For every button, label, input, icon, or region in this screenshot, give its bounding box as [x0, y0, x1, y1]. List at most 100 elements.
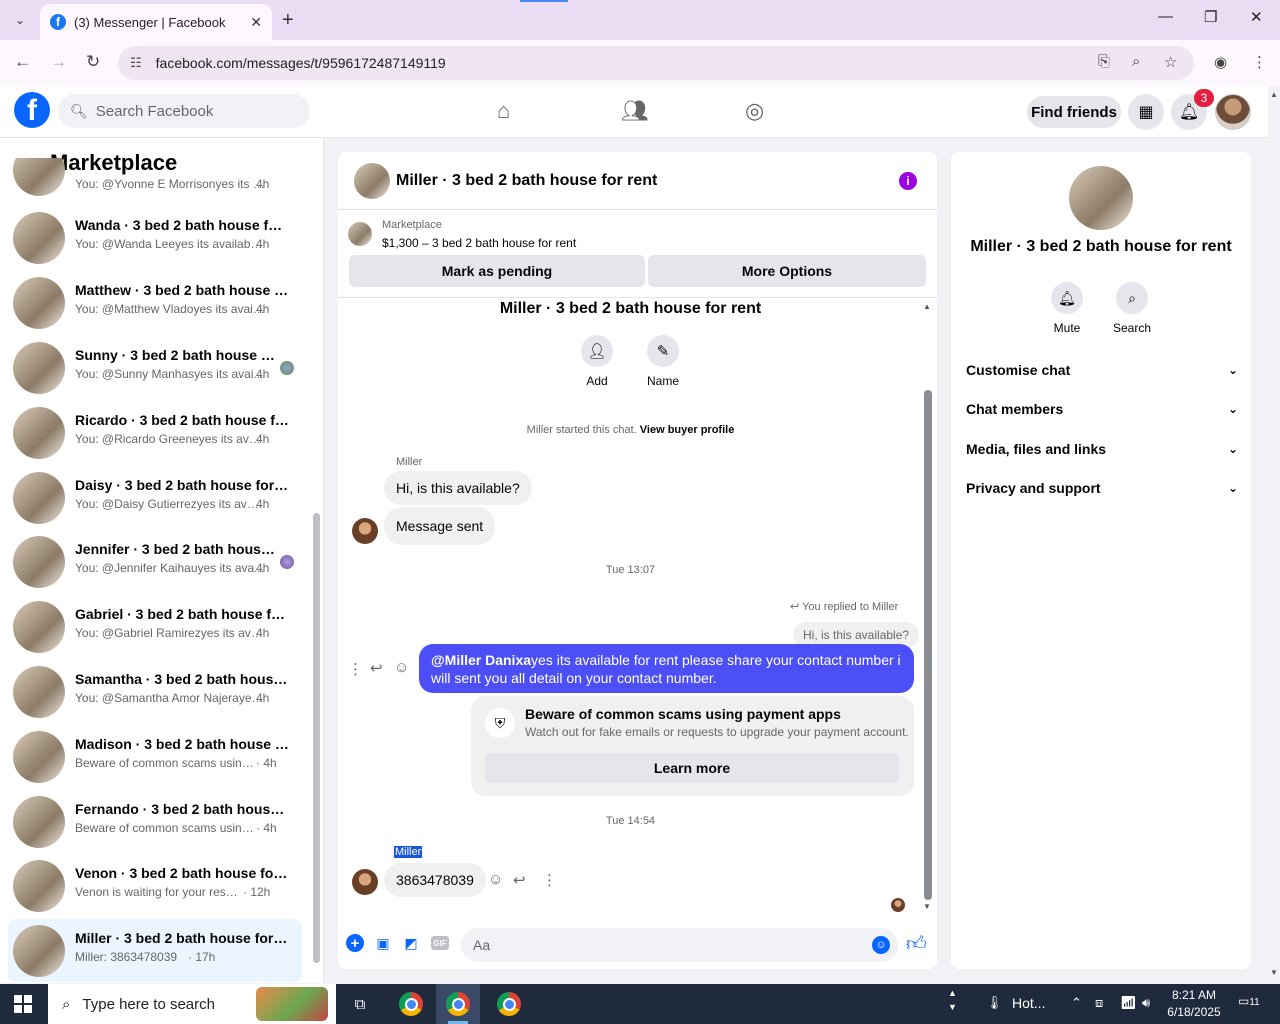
tab-search-dropdown-icon[interactable]: ⌄ [8, 8, 32, 32]
like-thumb-icon[interactable]: 👍︎ [906, 932, 927, 956]
add-people-button[interactable]: 👤︎ Add [567, 335, 627, 388]
chat-members-section[interactable]: Chat members ⌄ [966, 397, 1238, 421]
gif-icon[interactable]: GIF [431, 936, 449, 950]
search-in-chat-button[interactable]: ⌕ Search [1102, 282, 1162, 335]
reply-icon[interactable]: ↩ [370, 659, 383, 677]
scroll-down-icon[interactable]: ▼ [1270, 968, 1278, 977]
sender-avatar[interactable] [352, 518, 378, 544]
minimize-icon[interactable]: — [1158, 8, 1173, 25]
mute-button[interactable]: 🔔︎ Mute [1037, 282, 1097, 335]
conversation-item[interactable]: Daisy · 3 bed 2 bath house for rent You:… [8, 466, 302, 529]
scroll-up-icon[interactable]: ▲ [1270, 90, 1278, 99]
conversation-item[interactable]: Matthew · 3 bed 2 bath house for rent Yo… [8, 271, 302, 334]
volume-icon[interactable]: 🔊︎ [1142, 995, 1150, 1011]
sender-avatar[interactable] [352, 869, 378, 895]
plus-icon[interactable]: + [346, 934, 364, 952]
reload-icon[interactable]: ↻ [86, 52, 100, 72]
bookmark-star-icon[interactable]: ☆ [1164, 53, 1177, 71]
conversation-item[interactable]: Samantha · 3 bed 2 bath house for rent Y… [8, 660, 302, 723]
incoming-message[interactable]: Message sent [384, 507, 496, 545]
back-icon[interactable]: ← [14, 52, 31, 72]
view-buyer-profile-link[interactable]: View buyer profile [640, 424, 735, 436]
chat-scrollbar-thumb[interactable] [924, 390, 932, 900]
address-bar[interactable]: ☷ facebook.com/messages/t/95961724871491… [118, 46, 1194, 80]
conversation-item[interactable]: Sunny · 3 bed 2 bath house for rent You:… [8, 336, 302, 399]
weather-thermometer-icon[interactable]: 🌡︎ [986, 995, 1003, 1011]
conversation-item[interactable]: Venon · 3 bed 2 bath house for rent Veno… [8, 854, 302, 917]
sticker-icon[interactable]: ◩ [402, 934, 420, 952]
message-input[interactable]: Aa ☺ [461, 928, 898, 962]
action-center-icon[interactable]: ▭11 [1238, 994, 1260, 1014]
conversation-item[interactable]: Fernando · 3 bed 2 bath house for rent B… [8, 790, 302, 853]
new-tab-icon[interactable]: + [282, 9, 294, 32]
chat-title[interactable]: Miller · 3 bed 2 bath house for rent [396, 172, 657, 190]
page-scrollbar[interactable]: ▲ ▼ [1268, 86, 1280, 983]
customise-chat-section[interactable]: Customise chat ⌄ [966, 358, 1238, 382]
privacy-support-section[interactable]: Privacy and support ⌄ [966, 476, 1238, 500]
learn-more-button[interactable]: Learn more [485, 753, 899, 783]
sidebar-scrollbar[interactable] [313, 188, 320, 968]
info-avatar[interactable] [1069, 166, 1133, 230]
browser-menu-icon[interactable]: ⋮ [1252, 53, 1267, 71]
outgoing-message[interactable]: @Miller Danixayes its available for rent… [419, 644, 914, 693]
home-icon[interactable]: ⌂ [497, 98, 510, 124]
facebook-search-input[interactable]: 🔍︎ Search Facebook [58, 94, 310, 128]
windows-start-icon[interactable] [14, 995, 32, 1013]
chat-scrollbar[interactable]: ▲ ▼ [923, 302, 933, 912]
menu-grid-icon[interactable]: ▦ [1128, 94, 1164, 130]
chrome-icon[interactable] [399, 992, 423, 1016]
forward-icon[interactable]: → [50, 52, 67, 72]
scroll-up-icon[interactable]: ▲ [923, 302, 931, 311]
more-actions-icon[interactable]: ⋮ [348, 660, 363, 678]
chrome-profile-icon[interactable] [497, 992, 521, 1016]
zoom-icon[interactable]: ⌕ [1132, 53, 1140, 70]
scroll-down-icon[interactable]: ▼ [923, 902, 931, 911]
conversation-item[interactable]: Ricardo · 3 bed 2 bath house for rent Yo… [8, 401, 302, 464]
profile-icon[interactable]: ◉ [1214, 53, 1227, 71]
network-icon[interactable]: 📶︎ [1120, 995, 1137, 1011]
meet-now-icon[interactable]: ⧈ [1095, 995, 1103, 1011]
more-actions-icon[interactable]: ⋮ [542, 871, 557, 889]
info-icon[interactable]: i [899, 172, 917, 190]
taskbar-clock[interactable]: 8:21 AM 6/18/2025 [1160, 987, 1228, 1021]
name-chat-button[interactable]: ✎ Name [633, 335, 693, 388]
account-avatar[interactable] [1215, 94, 1251, 130]
conversation-item[interactable]: Madison · 3 bed 2 bath house for rent Be… [8, 725, 302, 788]
chat-avatar[interactable] [354, 163, 390, 199]
conversation-item[interactable]: Gabriel · 3 bed 2 bath house for rent Yo… [8, 595, 302, 658]
conversation-item[interactable]: Jennifer · 3 bed 2 bath house for rent Y… [8, 530, 302, 593]
media-files-links-section[interactable]: Media, files and links ⌄ [966, 437, 1238, 461]
listing-price-title[interactable]: $1,300 – 3 bed 2 bath house for rent [382, 236, 576, 250]
incoming-message[interactable]: 3863478039 [384, 863, 486, 897]
weather-text[interactable]: Hot... [1012, 995, 1045, 1011]
chrome-profile-icon[interactable] [446, 992, 470, 1016]
incoming-message[interactable]: Hi, is this available? [384, 471, 532, 505]
restore-icon[interactable]: ❐ [1204, 8, 1217, 26]
conversation-item-partial[interactable]: You: @Yvonne E Morrisonyes its av... 4h [8, 158, 302, 198]
find-friends-button[interactable]: Find friends [1027, 96, 1121, 128]
window-close-icon[interactable]: ✕ [1250, 8, 1263, 26]
mention[interactable]: @Miller Danixa [431, 652, 531, 668]
scroll-tray-arrows-icon[interactable]: ▲ ▼ [948, 986, 957, 1014]
site-info-icon[interactable]: ☷ [130, 55, 142, 71]
conversation-item-active[interactable]: Miller · 3 bed 2 bath house for rent Mil… [8, 919, 302, 982]
photo-icon[interactable]: ▣ [374, 934, 392, 952]
facebook-logo-icon[interactable]: f [14, 92, 50, 128]
react-icon[interactable]: ☺ [394, 659, 409, 676]
friends-icon[interactable]: 👥︎ [621, 98, 649, 124]
task-view-icon[interactable]: ⧉ [348, 992, 372, 1016]
reply-icon[interactable]: ↩ [513, 871, 526, 889]
mark-as-pending-button[interactable]: Mark as pending [349, 255, 645, 287]
sidebar-scrollbar-thumb[interactable] [313, 513, 320, 963]
show-hidden-icons-icon[interactable]: ⌃ [1071, 995, 1082, 1011]
listing-thumbnail[interactable] [348, 222, 372, 246]
install-app-icon[interactable]: ⎘ [1098, 53, 1110, 70]
conversation-item[interactable]: Wanda · 3 bed 2 bath house for rent You:… [8, 206, 302, 269]
taskbar-search-input[interactable]: ⌕ Type here to search [48, 984, 336, 1024]
more-options-button[interactable]: More Options [648, 255, 926, 287]
groups-icon[interactable]: ◎ [745, 98, 764, 124]
close-tab-icon[interactable]: ✕ [250, 14, 262, 31]
react-icon[interactable]: ☺ [488, 871, 503, 888]
browser-tab[interactable]: f (3) Messenger | Facebook ✕ [40, 4, 272, 40]
emoji-icon[interactable]: ☺ [872, 936, 890, 954]
